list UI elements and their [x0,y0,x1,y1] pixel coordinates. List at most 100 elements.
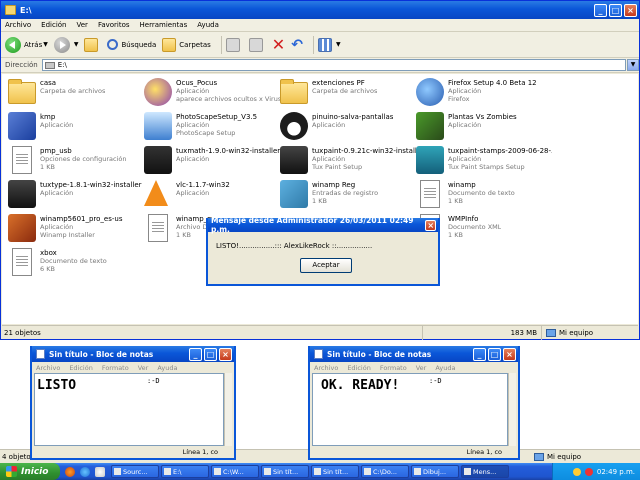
folder-icon [5,5,16,15]
search-button[interactable]: Búsqueda [107,39,156,50]
dialog-title-bar[interactable]: Mensaje desde Administrador 26/03/2011 0… [208,216,438,234]
taskbar-button[interactable]: C:\W... [211,465,259,478]
close-button[interactable]: × [219,347,232,361]
menu-edicion[interactable]: Edición [69,364,93,372]
taskbar-button-label: Sin tít... [323,467,349,476]
file-detail: PhotoScape Setup [176,129,236,137]
search-label: Búsqueda [121,40,157,49]
vertical-scrollbar[interactable] [224,373,232,446]
ok-button[interactable]: Aceptar [300,258,352,273]
menu-ver[interactable]: Ver [416,364,427,372]
menu-ayuda[interactable]: Ayuda [197,21,219,29]
taskbar-button[interactable]: E:\ [161,465,209,478]
file-item[interactable]: vlc-1.1.7-win32 Aplicación [144,180,280,214]
file-item[interactable]: tuxpaint-0.9.21c-win32-installer Aplicaci… [280,146,416,180]
maximize-button[interactable]: □ [204,347,217,361]
maximize-button[interactable]: □ [488,347,501,361]
taskbar-button[interactable]: C:\Do... [361,465,409,478]
address-dropdown-button[interactable]: ▼ [627,59,639,71]
address-input[interactable]: E:\ [41,59,627,71]
explorer-title: E:\ [20,5,32,15]
file-name: tuxpaint-stamps-2009-06-28-... [448,147,552,155]
close-button[interactable]: × [624,3,637,17]
file-item[interactable]: extenciones PF Carpeta de archivos [280,78,416,112]
menu-ver[interactable]: Ver [77,21,88,29]
file-item[interactable]: tuxmath-1.9.0-win32-installer Aplicación [144,146,280,180]
file-item[interactable]: xbox Documento de texto 6 KB [8,248,144,282]
file-item[interactable]: Ocus_Pocus Aplicación aparece archivos ocu… [144,78,280,112]
tray-icon[interactable] [572,467,581,476]
dialog-close-button[interactable]: × [425,219,436,231]
file-item[interactable]: casa Carpeta de archivos [8,78,144,112]
taskbar-button[interactable]: Dibuj... [411,465,459,478]
menu-archivo[interactable]: Archivo [314,364,338,372]
file-name: tuxpaint-0.9.21c-win32-installer [312,147,416,155]
file-name: xbox [40,249,57,257]
folders-button[interactable]: Carpetas [162,37,211,52]
notepad-title-bar[interactable]: Sin título - Bloc de notas _ □ × [310,346,518,362]
delete-button[interactable]: ✕ [272,36,285,52]
file-type: Documento de texto [448,189,515,197]
notepad-text-area[interactable]: OK. READY! :-D [312,373,508,446]
menu-edicion[interactable]: Edición [347,364,371,372]
menu-archivo[interactable]: Archivo [36,364,60,372]
file-item[interactable]: pinuino-salva-pantallas Aplicación [280,112,416,146]
vertical-scrollbar[interactable] [508,373,516,446]
file-item[interactable]: PhotoScapeSetup_V3.5 Aplicación PhotoScape… [144,112,280,146]
file-list: casa Carpeta de archivos Ocus_Pocus Aplicac… [2,74,638,324]
penguin-icon [280,112,308,140]
taskbar-button[interactable]: Sourc... [111,465,159,478]
file-item[interactable]: kmp Aplicación [8,112,144,146]
menu-favoritos[interactable]: Favoritos [98,21,130,29]
views-button[interactable]: ▼ [317,37,341,52]
menu-formato[interactable]: Formato [380,364,407,372]
move-to-button[interactable] [225,37,243,52]
maximize-button[interactable]: □ [609,3,622,17]
menu-formato[interactable]: Formato [102,364,129,372]
file-detail: aparece archivos ocultos x Virus [176,95,280,103]
back-button[interactable]: Atrás ▼ [5,36,48,53]
file-item[interactable]: Firefox Setup 4.0 Beta 12 Aplicación Firef… [416,78,552,112]
file-item[interactable]: winamp5601_pro_es-us Aplicación Winamp Ins… [8,214,144,248]
menu-ver[interactable]: Ver [138,364,149,372]
file-item[interactable]: pmp_usb Opciones de configuración 1 KB [8,146,144,180]
tray-icon[interactable] [584,467,593,476]
taskbar-button[interactable]: Mens... [461,465,509,478]
notepad-text-area[interactable]: LISTO :-D [34,373,224,446]
forward-button[interactable]: ▼ [53,36,78,53]
explorer-toolbar: Atrás ▼ ▼ Búsqueda Carpetas ✕ ↶ ▼ [1,32,639,58]
firefox-quicklaunch-icon[interactable] [65,466,75,477]
taskbar-button[interactable]: Sin tít... [261,465,309,478]
address-label: Dirección [5,61,38,69]
menu-ayuda[interactable]: Ayuda [157,364,177,372]
close-button[interactable]: × [503,347,516,361]
start-button[interactable]: Inicio [0,463,60,480]
file-item-text: Plantas Vs Zombies Aplicación [448,112,517,129]
copy-to-icon [248,37,263,52]
menu-archivo[interactable]: Archivo [5,21,31,29]
file-name: PhotoScapeSetup_V3.5 [176,113,258,121]
explorer-title-bar[interactable]: E:\ _ □ × [1,1,639,19]
menu-edicion[interactable]: Edición [41,21,66,29]
ie-quicklaunch-icon[interactable] [80,466,90,477]
window-icon [114,468,121,475]
file-item[interactable]: tuxtype-1.8.1-win32-installer Aplicación [8,180,144,214]
minimize-button[interactable]: _ [473,347,486,361]
minimize-button[interactable]: _ [189,347,202,361]
notepad-title-bar[interactable]: Sin título - Bloc de notas _ □ × [32,346,234,362]
taskbar-button-label: C:\W... [223,467,244,476]
taskbar-button[interactable]: Sin tít... [311,465,359,478]
minimize-button[interactable]: _ [594,3,607,17]
up-folder-button[interactable] [84,37,101,52]
toolbar-separator [220,35,222,54]
menu-herramientas[interactable]: Herramientas [140,21,188,29]
menu-ayuda[interactable]: Ayuda [435,364,455,372]
file-item[interactable]: tuxpaint-stamps-2009-06-28-... Aplicación… [416,146,552,180]
text-document-icon [420,180,440,208]
undo-button[interactable]: ↶ [291,38,303,52]
show-desktop-icon[interactable] [95,466,105,477]
file-item[interactable]: Plantas Vs Zombies Aplicación [416,112,552,146]
copy-to-button[interactable] [248,37,266,52]
file-item[interactable]: winamp Documento de texto 1 KB [416,180,552,214]
file-item[interactable]: winamp Reg Entradas de registro 1 KB [280,180,416,214]
